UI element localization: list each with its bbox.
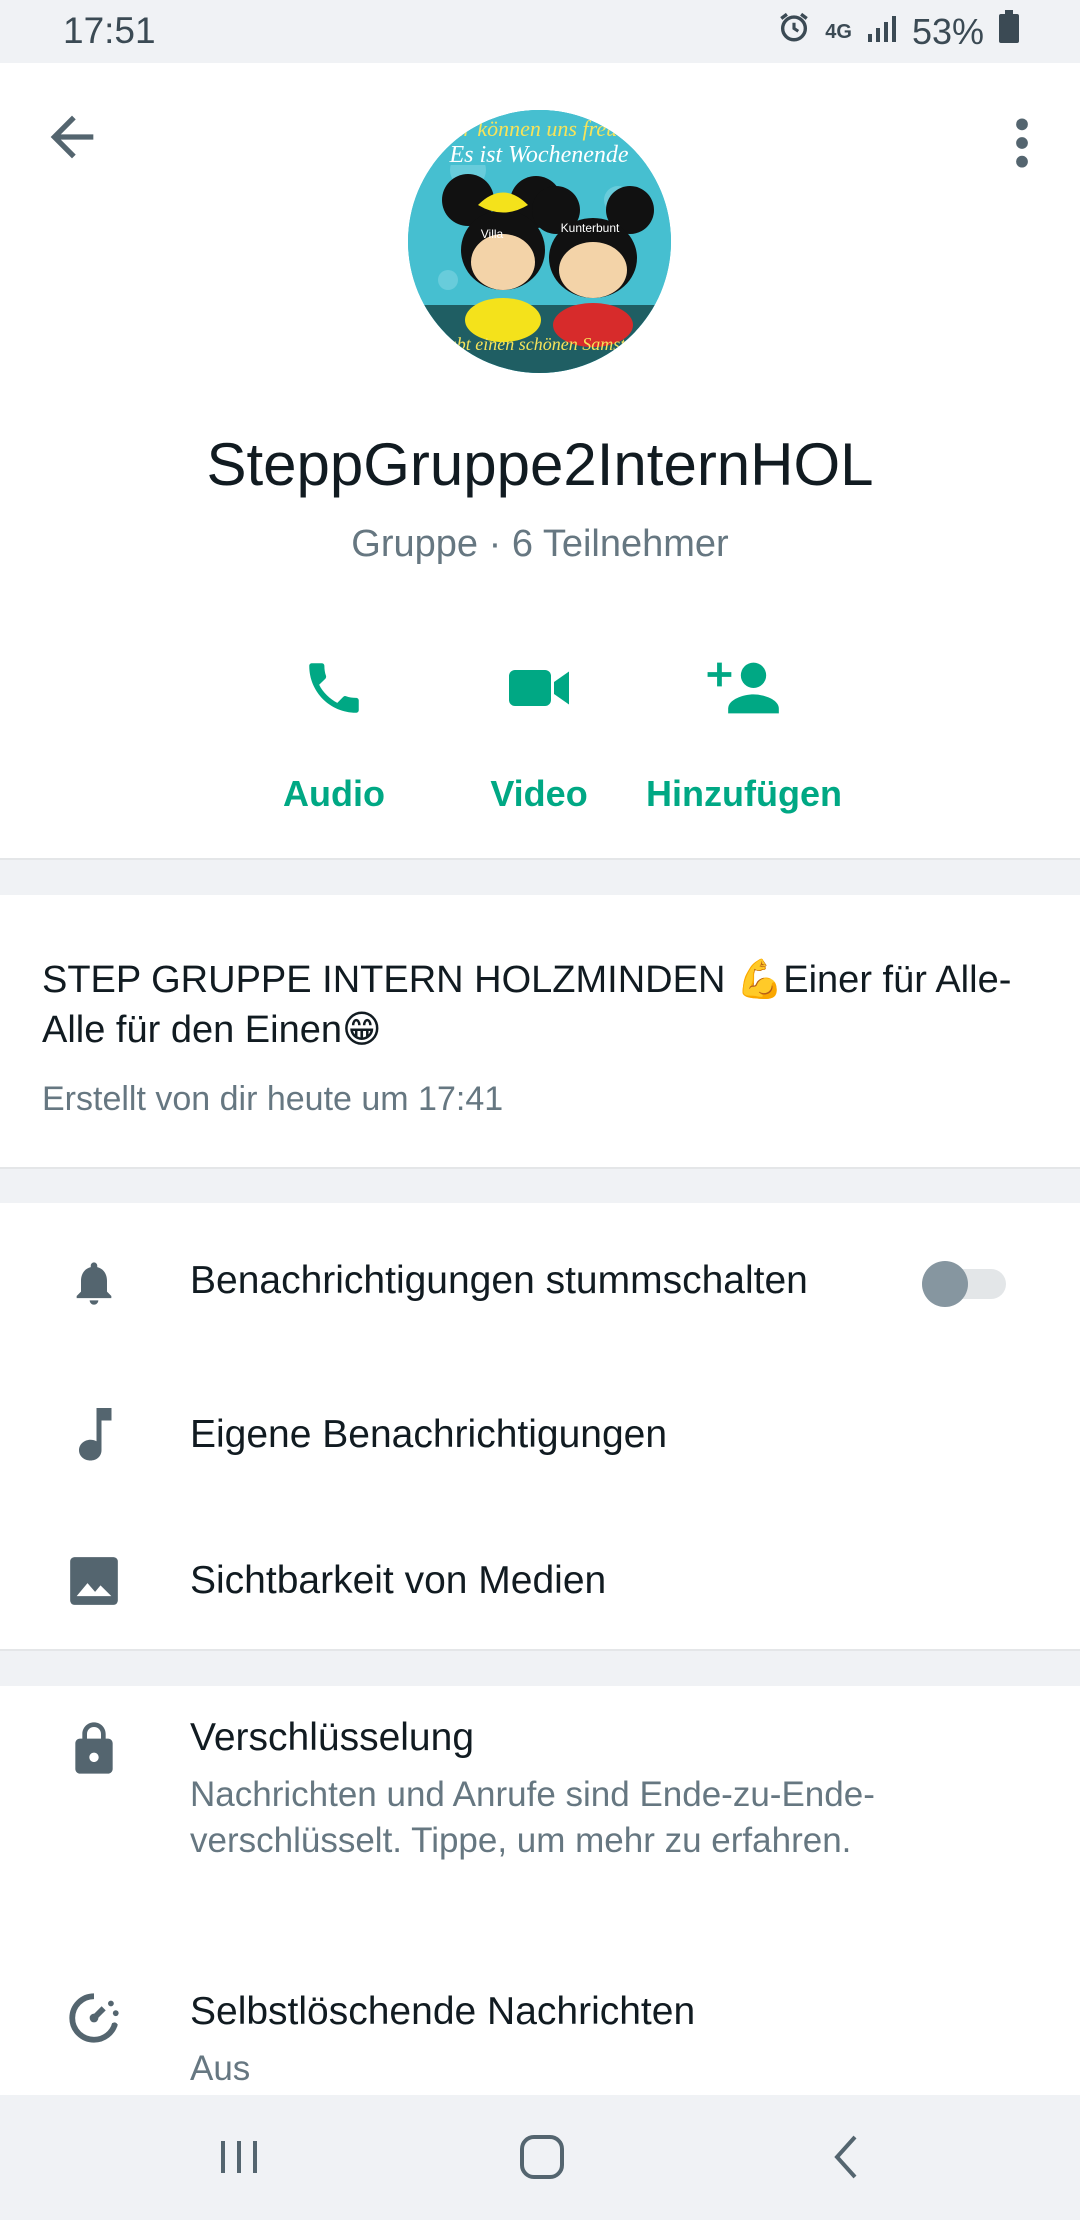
bell-icon bbox=[62, 1251, 126, 1315]
svg-text:Villa: Villa bbox=[481, 227, 504, 241]
add-label: Hinzufügen bbox=[646, 773, 842, 814]
group-subtitle: Gruppe · 6 Teilnehmer bbox=[351, 523, 729, 565]
music-note-icon bbox=[62, 1401, 126, 1465]
media-visibility-row[interactable]: Sichtbarkeit von Medien bbox=[0, 1521, 1080, 1641]
system-nav-bar bbox=[0, 2095, 1080, 2220]
audio-call-button[interactable]: Audio bbox=[224, 633, 444, 815]
home-button[interactable] bbox=[502, 2125, 582, 2189]
phone-icon bbox=[224, 633, 444, 743]
svg-text:Kunterbunt: Kunterbunt bbox=[561, 221, 620, 235]
security-settings: Verschlüsselung Nachrichten und Anrufe s… bbox=[0, 1686, 1080, 2096]
mute-label: Benachrichtigungen stummschalten bbox=[190, 1259, 808, 1302]
timer-icon bbox=[62, 1986, 126, 2050]
toggle-knob bbox=[922, 1261, 968, 1307]
arrow-left-icon bbox=[50, 115, 94, 159]
quick-actions: Audio Video Hinzufügen bbox=[0, 633, 1080, 833]
nav-back-button[interactable] bbox=[806, 2125, 886, 2189]
more-vert-icon bbox=[1016, 118, 1028, 168]
encryption-title: Verschlüsselung bbox=[190, 1716, 475, 1759]
recent-apps-button[interactable] bbox=[200, 2125, 280, 2189]
home-icon bbox=[520, 2135, 564, 2179]
created-info: Erstellt von dir heute um 17:41 bbox=[42, 1080, 504, 1118]
encryption-description: Nachrichten und Anrufe sind Ende-zu-Ende… bbox=[190, 1775, 875, 1860]
add-participant-button[interactable]: Hinzufügen bbox=[634, 633, 854, 815]
chevron-left-icon bbox=[834, 2135, 857, 2179]
mute-toggle[interactable] bbox=[922, 1261, 1008, 1307]
audio-label: Audio bbox=[283, 773, 385, 814]
svg-text:Habt einen schönen Samstag: Habt einen schönen Samstag bbox=[434, 334, 643, 354]
custom-notifications-row[interactable]: Eigene Benachrichtigungen bbox=[0, 1373, 1080, 1493]
custom-notifications-label: Eigene Benachrichtigungen bbox=[190, 1413, 668, 1456]
disappearing-title: Selbstlöschende Nachrichten bbox=[190, 1990, 696, 2033]
battery-percent: 53% bbox=[911, 10, 984, 52]
battery-icon bbox=[998, 10, 1020, 53]
avatar-image: Wir können uns freuen Es ist Wochenende … bbox=[408, 110, 671, 373]
image-icon bbox=[62, 1549, 126, 1613]
group-avatar[interactable]: Wir können uns freuen Es ist Wochenende … bbox=[408, 110, 671, 373]
video-call-button[interactable]: Video bbox=[429, 633, 649, 815]
group-description: STEP GRUPPE INTERN HOLZMINDEN 💪Einer für… bbox=[42, 959, 1012, 1051]
network-type: 4G bbox=[825, 20, 852, 43]
back-button[interactable] bbox=[40, 105, 104, 169]
status-bar: 17:51 4G 53% bbox=[0, 0, 1080, 63]
add-person-icon bbox=[634, 633, 854, 743]
video-icon bbox=[429, 633, 649, 743]
svg-text:Es ist Wochenende: Es ist Wochenende bbox=[448, 142, 628, 168]
recent-apps-icon bbox=[221, 2141, 257, 2173]
disappearing-status: Aus bbox=[190, 2049, 251, 2088]
group-header: Wir können uns freuen Es ist Wochenende … bbox=[0, 63, 1080, 860]
svg-text:Wir können uns freuen: Wir können uns freuen bbox=[440, 116, 638, 141]
notification-settings: Benachrichtigungen stummschalten Eigene … bbox=[0, 1203, 1080, 1651]
status-time: 17:51 bbox=[63, 10, 156, 51]
media-visibility-label: Sichtbarkeit von Medien bbox=[190, 1559, 607, 1602]
group-description-card[interactable]: STEP GRUPPE INTERN HOLZMINDEN 💪Einer für… bbox=[0, 895, 1080, 1169]
disappearing-messages-row[interactable]: Selbstlöschende Nachrichten Aus bbox=[0, 1986, 1080, 2096]
video-label: Video bbox=[490, 773, 588, 814]
status-icons: 4G 53% bbox=[777, 10, 1020, 53]
signal-icon bbox=[866, 11, 898, 53]
mute-notifications-row[interactable]: Benachrichtigungen stummschalten bbox=[0, 1223, 1080, 1343]
alarm-icon bbox=[777, 10, 811, 53]
group-name[interactable]: SteppGruppe2InternHOL bbox=[0, 430, 1080, 499]
more-options-button[interactable] bbox=[1000, 111, 1044, 175]
lock-icon bbox=[62, 1716, 126, 1780]
screen: 17:51 4G 53% Wir können uns freuen Es is… bbox=[0, 0, 1080, 2220]
encryption-row[interactable]: Verschlüsselung Nachrichten und Anrufe s… bbox=[0, 1716, 1080, 1936]
